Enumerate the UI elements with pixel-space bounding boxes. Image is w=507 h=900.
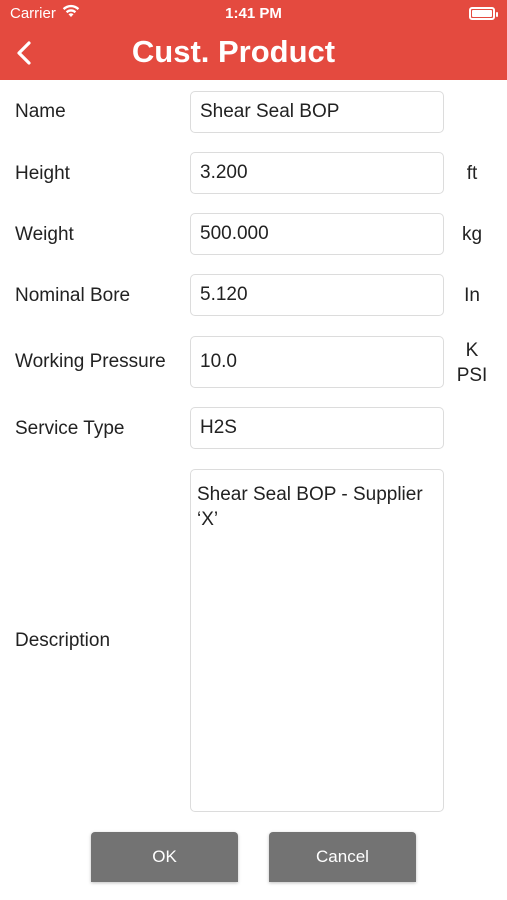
nominal-bore-label: Nominal Bore [15,285,131,306]
name-label: Name [15,101,66,122]
status-bar: Carrier 1:41 PM [0,0,507,28]
nav-bar: Cust. Product [0,28,507,80]
service-type-label: Service Type [15,418,125,439]
cancel-button[interactable]: Cancel [269,832,416,882]
height-label: Height [15,163,70,184]
weight-field[interactable]: 500.000 [190,213,444,255]
service-type-value: H2S [200,417,237,438]
weight-value: 500.000 [200,223,269,244]
working-pressure-unit-psi: PSI [456,365,488,386]
service-type-field[interactable]: H2S [190,407,444,449]
height-field[interactable]: 3.200 [190,152,444,194]
height-unit: ft [466,163,478,184]
working-pressure-value: 10.0 [200,351,237,372]
ok-button[interactable]: OK [91,832,238,882]
working-pressure-field[interactable]: 10.0 [190,336,444,388]
clock: 1:41 PM [225,5,282,22]
name-field[interactable]: Shear Seal BOP [190,91,444,133]
name-value: Shear Seal BOP [200,101,340,122]
description-label: Description [15,630,111,651]
working-pressure-unit: K PSI [446,338,498,388]
page-title: Cust. Product [131,34,336,69]
height-value: 3.200 [200,162,248,183]
working-pressure-label: Working Pressure [15,351,166,372]
nominal-bore-unit: In [464,285,480,306]
description-textarea[interactable]: Shear Seal BOP - Supplier ‘X’ [190,469,444,812]
nominal-bore-field[interactable]: 5.120 [190,274,444,316]
battery-icon [469,7,498,20]
weight-unit: kg [461,224,483,245]
nominal-bore-value: 5.120 [200,284,248,305]
description-value: Shear Seal BOP - Supplier ‘X’ [197,484,423,530]
working-pressure-unit-k: K [465,340,479,361]
weight-label: Weight [15,224,74,245]
